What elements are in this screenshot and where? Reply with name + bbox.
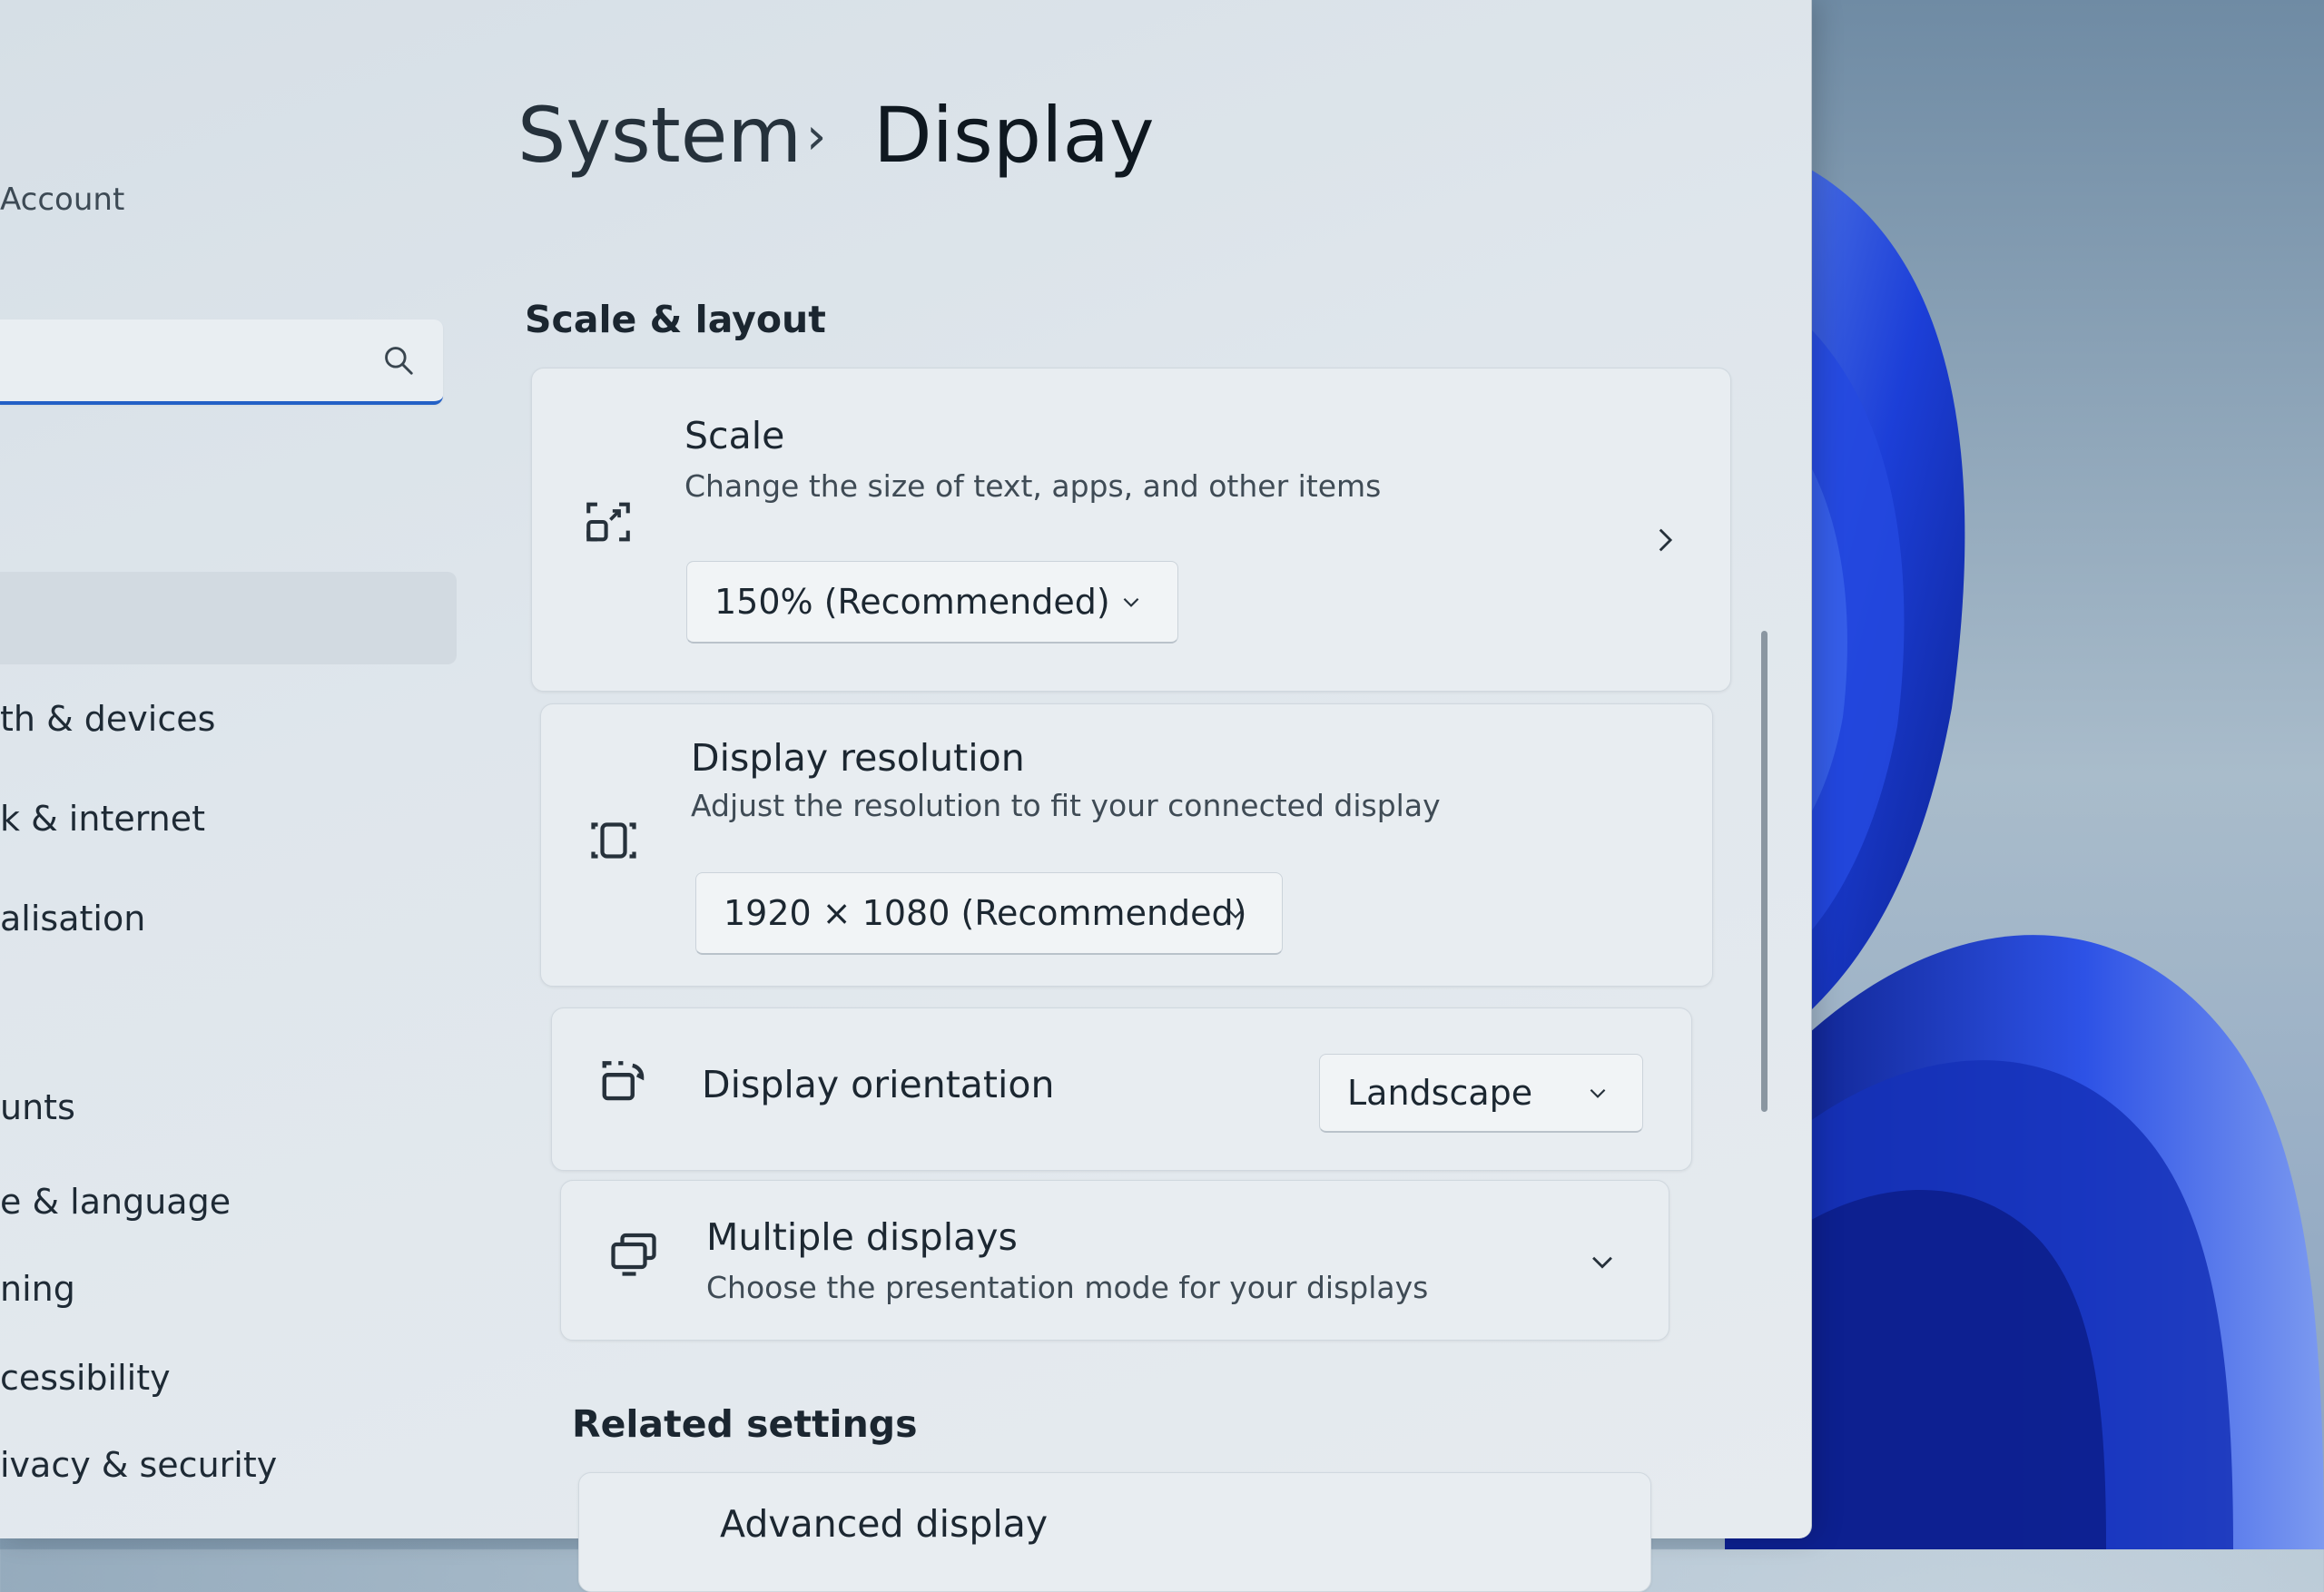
chevron-down-icon — [1590, 1088, 1606, 1098]
resolution-icon — [591, 822, 636, 859]
sidebar-item-privacy-security[interactable]: ivacy & security — [0, 1445, 277, 1485]
advanced-display-card[interactable]: Advanced display — [578, 1472, 1651, 1592]
scale-dropdown-value: 150% (Recommended) — [714, 582, 1110, 622]
display-resolution-dropdown[interactable]: 1920 × 1080 (Recommended) — [695, 872, 1283, 955]
display-orientation-title: Display orientation — [702, 1063, 1055, 1106]
multiple-displays-subtitle: Choose the presentation mode for your di… — [706, 1270, 1429, 1305]
display-resolution-title: Display resolution — [691, 736, 1025, 780]
display-resolution-dropdown-value: 1920 × 1080 (Recommended) — [724, 893, 1247, 933]
display-orientation-card: Display orientation Landscape — [551, 1007, 1692, 1171]
sidebar-item-time-language[interactable]: e & language — [0, 1182, 231, 1222]
chevron-down-icon — [1123, 597, 1139, 607]
search-input[interactable] — [0, 319, 443, 405]
sidebar-item-system[interactable] — [0, 572, 457, 664]
advanced-display-title: Advanced display — [720, 1502, 1049, 1546]
breadcrumb-separator: › — [806, 107, 827, 166]
scale-card[interactable]: Scale Change the size of text, apps, and… — [531, 368, 1731, 692]
chevron-right-icon[interactable] — [1649, 525, 1679, 555]
sidebar-item-gaming[interactable]: ning — [0, 1269, 75, 1309]
chevron-down-icon — [1227, 909, 1244, 919]
scrollbar[interactable] — [1761, 631, 1768, 1112]
sidebar: Account th & devices k & internet alisat… — [0, 0, 472, 1538]
search-icon[interactable] — [381, 343, 416, 378]
display-resolution-subtitle: Adjust the resolution to fit your connec… — [691, 788, 1441, 823]
multiple-displays-card[interactable]: Multiple displays Choose the presentatio… — [560, 1180, 1669, 1341]
display-resolution-card: Display resolution Adjust the resolution… — [540, 703, 1713, 987]
section-title-scale-layout: Scale & layout — [525, 298, 826, 341]
breadcrumb-system[interactable]: System — [517, 91, 802, 180]
section-title-related-settings: Related settings — [572, 1402, 918, 1446]
sidebar-item-accounts[interactable]: unts — [0, 1087, 75, 1127]
chevron-down-icon[interactable] — [1587, 1246, 1618, 1277]
account-label: Account — [0, 182, 125, 218]
display-orientation-dropdown[interactable]: Landscape — [1319, 1054, 1643, 1133]
scale-dropdown[interactable]: 150% (Recommended) — [686, 561, 1178, 644]
rotate-display-icon — [602, 1061, 645, 1101]
sidebar-item-accessibility[interactable]: cessibility — [0, 1358, 171, 1398]
scale-subtitle: Change the size of text, apps, and other… — [684, 468, 1382, 504]
multiple-displays-title: Multiple displays — [706, 1215, 1018, 1259]
desktop-wallpaper — [1725, 0, 2324, 1549]
sidebar-item-bluetooth-devices[interactable]: th & devices — [0, 699, 215, 739]
multiple-displays-icon — [611, 1233, 656, 1276]
sidebar-item-network-internet[interactable]: k & internet — [0, 799, 205, 839]
display-orientation-dropdown-value: Landscape — [1347, 1073, 1533, 1113]
page-title: Display — [873, 91, 1155, 180]
sidebar-item-personalisation[interactable]: alisation — [0, 899, 145, 938]
scale-title: Scale — [684, 414, 785, 457]
settings-window: Account th & devices k & internet alisat… — [0, 0, 1812, 1592]
scale-icon — [586, 502, 630, 542]
